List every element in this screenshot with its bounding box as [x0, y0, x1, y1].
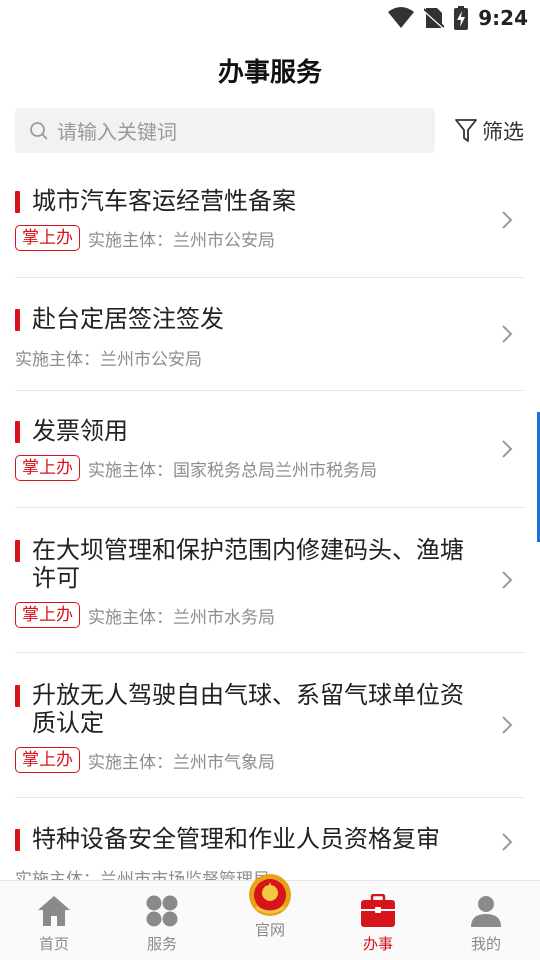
status-bar: 9:24	[0, 0, 540, 36]
service-item[interactable]: 城市汽车客运经营性备案 掌上办 实施主体：兰州市公安局	[15, 162, 525, 278]
service-subject: 实施主体：兰州市公安局	[88, 230, 275, 251]
service-item[interactable]: 赴台定居签注签发 实施主体：兰州市公安局	[15, 278, 525, 391]
service-item[interactable]: 在大坝管理和保护范围内修建码头、渔塘许可 掌上办 实施主体：兰州市水务局	[15, 508, 525, 653]
service-title: 在大坝管理和保护范围内修建码头、渔塘许可	[15, 536, 485, 592]
service-title: 特种设备安全管理和作业人员资格复审	[15, 825, 485, 853]
mobile-handle-badge: 掌上办	[15, 455, 80, 481]
chevron-right-icon	[502, 440, 513, 458]
service-item[interactable]: 升放无人驾驶自由气球、系留气球单位资质认定 掌上办 实施主体：兰州市气象局	[15, 653, 525, 798]
service-subject: 实施主体：国家税务总局兰州市税务局	[88, 460, 377, 481]
service-list[interactable]: 城市汽车客运经营性备案 掌上办 实施主体：兰州市公安局 赴台定居签注签发 实施主…	[0, 162, 540, 880]
service-title: 城市汽车客运经营性备案	[15, 187, 485, 215]
tab-home[interactable]: 首页	[0, 881, 108, 960]
search-icon	[30, 121, 48, 140]
filter-label: 筛选	[482, 120, 524, 144]
filter-button[interactable]: 筛选	[454, 112, 524, 150]
page-title: 办事服务	[217, 58, 322, 88]
bottom-tab-bar: 首页 服务 官网 办事 我的	[0, 874, 540, 960]
chevron-right-icon	[502, 210, 513, 229]
home-icon	[34, 891, 74, 931]
service-item[interactable]: 发票领用 掌上办 实施主体：国家税务总局兰州市税务局	[15, 391, 525, 508]
tab-official-site[interactable]: 官网	[216, 874, 324, 960]
chevron-right-icon	[502, 833, 513, 851]
national-emblem-icon	[248, 873, 292, 917]
no-sim-icon	[424, 8, 445, 30]
service-subject: 实施主体：兰州市水务局	[88, 607, 275, 628]
mobile-handle-badge: 掌上办	[15, 602, 80, 628]
service-item[interactable]: 特种设备安全管理和作业人员资格复审 实施主体：兰州市市场监督管理局	[15, 798, 525, 880]
service-meta: 掌上办 实施主体：兰州市公安局	[15, 225, 485, 251]
tab-affairs[interactable]: 办事	[324, 881, 432, 960]
chevron-right-icon	[502, 325, 513, 343]
search-input[interactable]: 请输入关键词	[15, 108, 435, 153]
tab-label: 办事	[362, 935, 393, 953]
tab-label: 首页	[38, 935, 69, 953]
mobile-handle-badge: 掌上办	[15, 225, 80, 251]
chevron-right-icon	[502, 716, 513, 734]
service-subject: 实施主体：兰州市市场监督管理局	[15, 870, 270, 880]
battery-charging-icon	[454, 6, 469, 30]
status-icons: 9:24	[388, 4, 528, 32]
service-title: 赴台定居签注签发	[15, 305, 485, 333]
grid-icon	[142, 891, 182, 931]
tab-services[interactable]: 服务	[108, 881, 216, 960]
search-placeholder: 请输入关键词	[57, 120, 177, 144]
service-subject: 实施主体：兰州市气象局	[88, 752, 275, 773]
service-subject: 实施主体：兰州市公安局	[15, 350, 202, 370]
status-time: 9:24	[478, 6, 528, 30]
service-meta: 掌上办 实施主体：国家税务总局兰州市税务局	[15, 455, 485, 481]
tab-label: 官网	[254, 921, 285, 939]
filter-icon	[455, 119, 477, 142]
tab-profile[interactable]: 我的	[432, 881, 540, 960]
briefcase-icon	[358, 891, 398, 931]
service-meta: 掌上办 实施主体：兰州市气象局	[15, 747, 485, 773]
mobile-handle-badge: 掌上办	[15, 747, 80, 773]
service-title: 发票领用	[15, 417, 485, 445]
tab-label: 我的	[470, 935, 501, 953]
user-icon	[466, 891, 506, 931]
service-meta: 掌上办 实施主体：兰州市水务局	[15, 602, 485, 628]
service-title: 升放无人驾驶自由气球、系留气球单位资质认定	[15, 681, 485, 737]
service-meta: 实施主体：兰州市公安局	[15, 345, 485, 370]
wifi-icon	[388, 7, 415, 28]
chevron-right-icon	[502, 571, 513, 589]
tab-label: 服务	[146, 935, 177, 953]
